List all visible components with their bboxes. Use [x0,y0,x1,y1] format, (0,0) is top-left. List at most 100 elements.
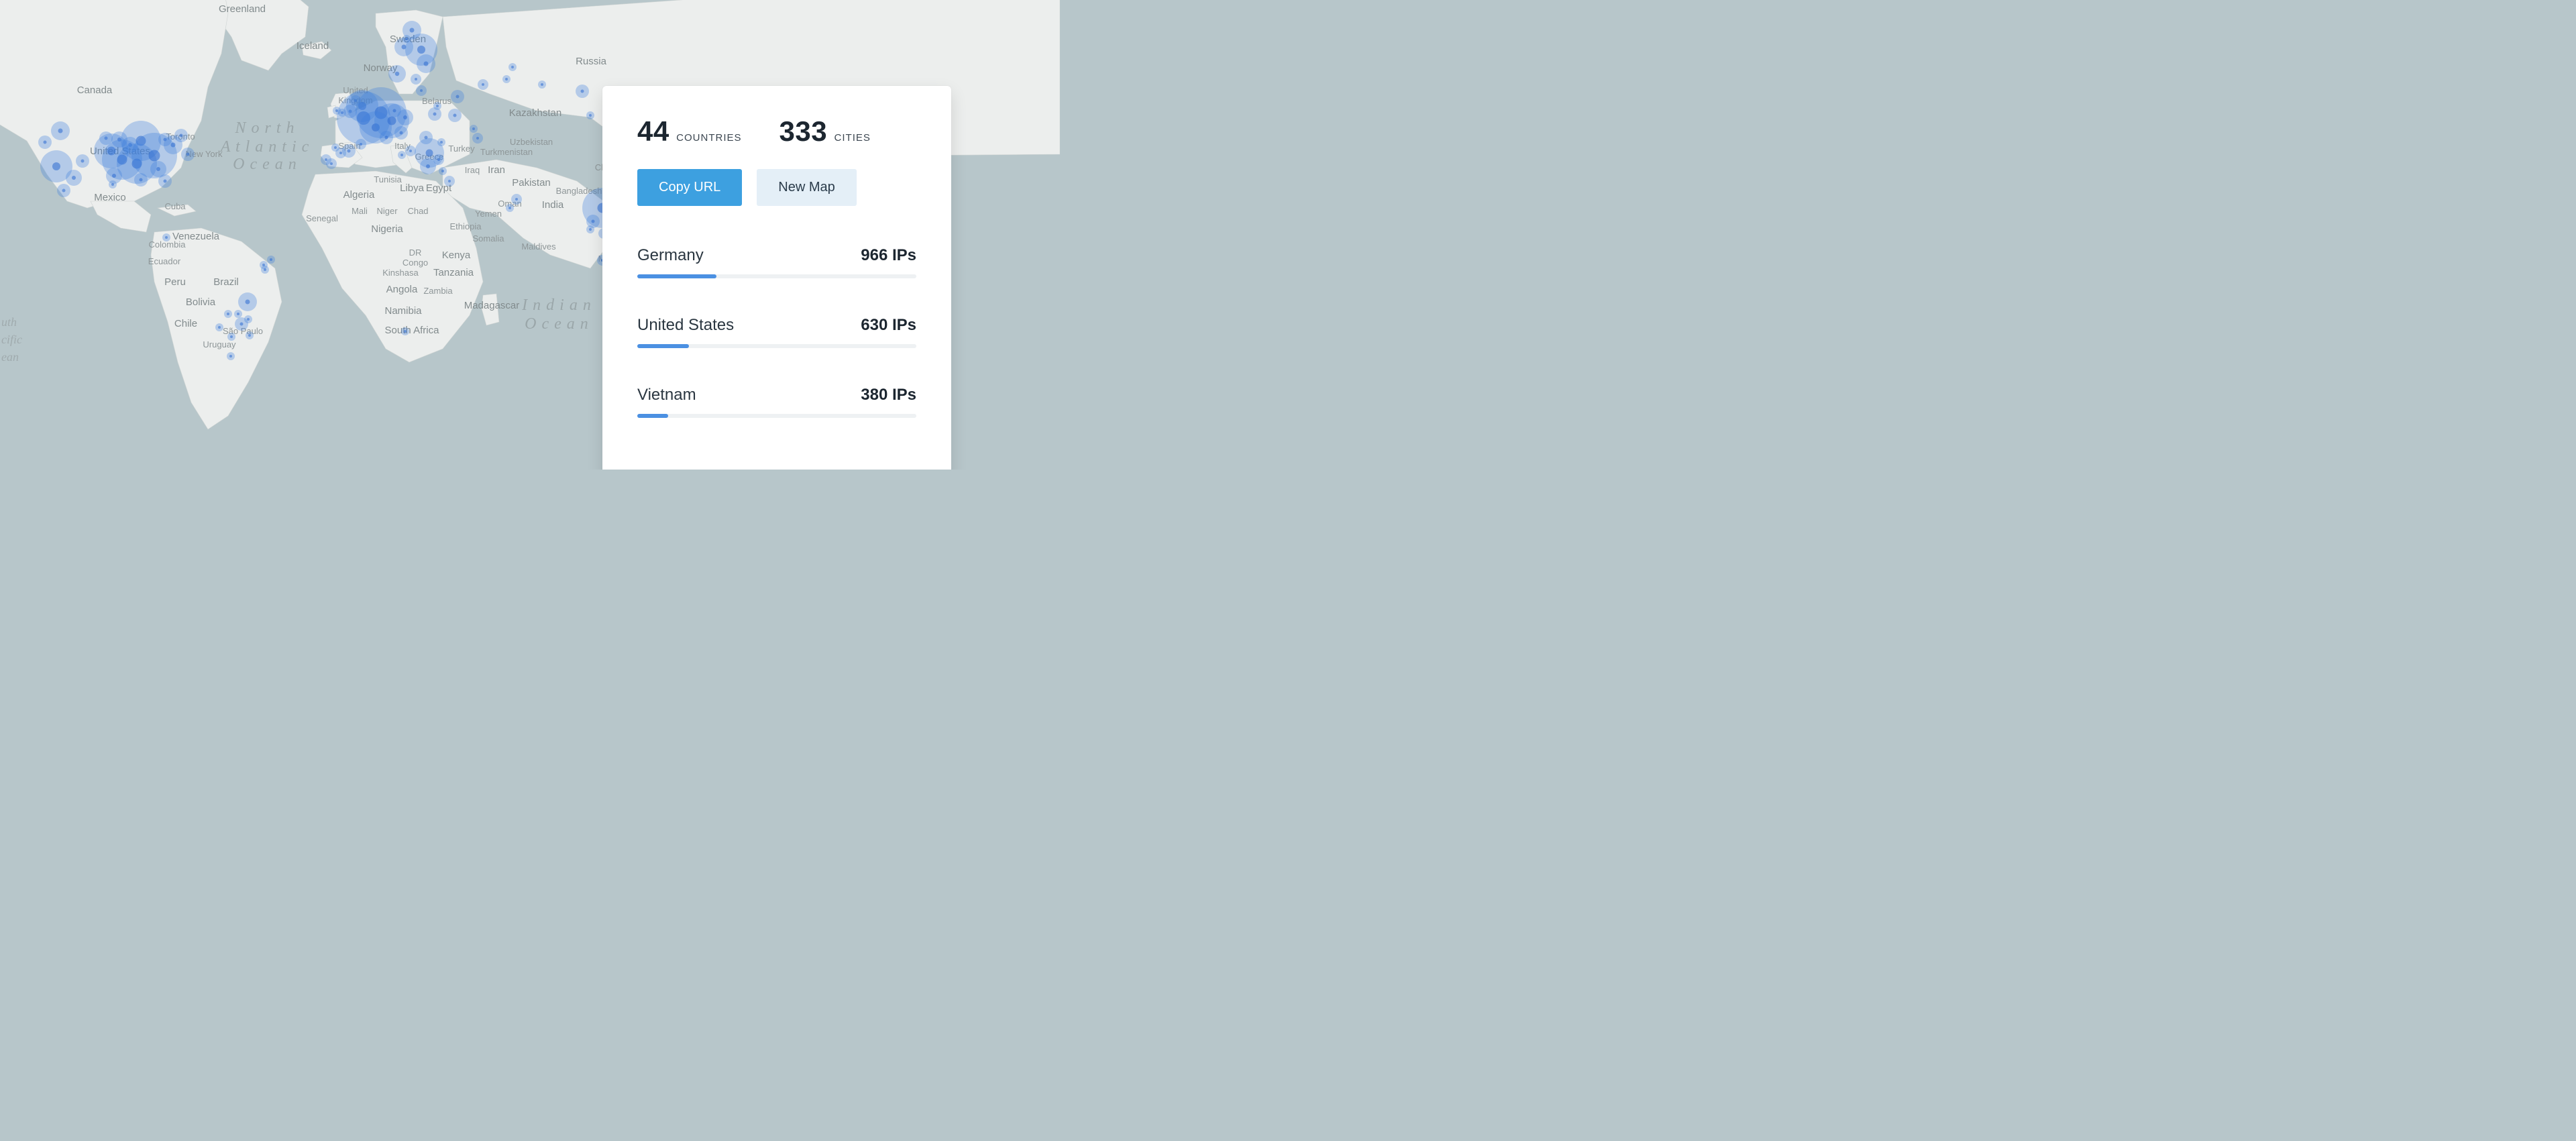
map-bubble-core [393,109,396,113]
south-pacific-label-line1: uth [1,315,17,329]
map-container: N o r t h A t l a n t i c O c e a n I n … [0,0,1060,470]
map-bubble-core [227,313,229,315]
map-bubble-core [140,178,143,182]
label-drc-2: Congo [402,258,428,268]
country-ips: 966 IPs [861,246,916,265]
country-bar-track [637,414,916,418]
stat-cities: 333 CITIES [780,115,871,148]
label-mali: Mali [352,206,368,216]
map-bubble-core [247,318,250,321]
indian-ocean-label-line1: I n d i a n [521,296,592,314]
map-bubble-core [437,158,440,161]
map-bubble-core [165,236,168,239]
north-atlantic-label-line3: O c e a n [233,156,297,173]
south-pacific-label-line2: cific [1,333,22,346]
map-bubble-core [156,167,160,171]
map-bubble-core [426,164,430,168]
map-bubble-core [589,114,592,117]
map-bubble-core [409,150,412,152]
map-bubble-core [81,160,85,163]
label-senegal: Senegal [306,213,338,223]
country-list: Germany966 IPs United States630 IPs Vietna… [637,246,916,418]
map-bubble-core [448,180,451,182]
label-india: India [542,199,564,211]
map-bubble-core [420,89,423,92]
country-row-header: Germany966 IPs [637,246,916,265]
map-bubble-core [424,62,429,66]
stat-countries: 44 COUNTRIES [637,115,742,148]
label-peru: Peru [164,276,186,288]
new-map-button[interactable]: New Map [757,169,856,206]
label-mexico: Mexico [94,192,126,203]
country-ips: 630 IPs [861,316,916,335]
map-bubble-core [395,72,400,76]
label-cuba: Cuba [164,201,186,211]
map-bubble-core [62,189,66,193]
map-bubble-core [441,170,444,172]
north-atlantic-label-line1: N o r t h [234,119,294,137]
label-greenland: Greenland [219,3,266,15]
label-iran: Iran [488,164,505,176]
map-bubble-core [240,323,244,326]
label-uzbekistan: Uzbekistan [510,137,553,147]
map-bubble-core [403,115,407,119]
stat-countries-value: 44 [637,115,669,147]
stats-panel: 44 COUNTRIES 333 CITIES Copy URL New Map… [602,86,951,470]
country-bar-track [637,274,916,278]
map-bubble-core [52,162,60,170]
map-bubble-core [476,137,479,140]
map-bubble-core [325,158,327,161]
label-uruguay: Uruguay [203,339,236,349]
map-bubble-core [330,162,333,165]
map-bubble-core [218,326,221,329]
label-iceland: Iceland [297,40,329,52]
country-row-header: Vietnam380 IPs [637,386,916,404]
country-row-header: United States630 IPs [637,316,916,335]
label-nigeria: Nigeria [371,223,403,235]
map-bubble-core [164,180,167,183]
map-bubble-core [180,134,183,138]
stat-cities-value: 333 [780,115,828,147]
map-bubble-core [472,127,475,130]
country-row[interactable]: United States630 IPs [637,316,916,348]
map-bubble-core [404,330,407,333]
map-bubble-core [246,300,250,305]
stats-row: 44 COUNTRIES 333 CITIES [637,115,916,148]
country-row[interactable]: Vietnam380 IPs [637,386,916,418]
label-zambia: Zambia [423,286,453,296]
label-turkmenistan: Turkmenistan [480,147,533,157]
label-pakistan: Pakistan [512,177,551,188]
map-bubble-core [237,313,239,315]
map-bubble-core [505,78,508,80]
map-bubble-core [58,129,63,133]
label-tunisia: Tunisia [374,174,402,184]
map-bubble-core [592,220,595,223]
map-bubble-core [112,174,116,178]
label-bolivia: Bolivia [186,296,216,308]
label-somalia: Somalia [473,233,505,243]
map-bubble-core [456,95,460,99]
country-bar-fill [637,414,668,418]
label-brazil: Brazil [213,276,239,288]
label-chad: Chad [407,206,428,216]
map-bubble-core [515,198,518,201]
map-bubble-core [581,90,584,93]
map-bubble-core [453,114,457,117]
map-bubble-core [270,258,272,261]
label-angola: Angola [386,284,418,295]
label-niger: Niger [376,206,398,216]
map-bubble-core [400,131,403,135]
label-ecuador: Ecuador [148,256,181,266]
label-south-africa: South Africa [385,325,440,336]
map-bubble-core [425,136,428,140]
map-bubble-core [347,150,351,153]
map-bubble-core [264,268,266,271]
label-ethiopia: Ethiopia [450,221,482,231]
map-bubble-core [388,117,396,125]
stat-cities-label: CITIES [835,132,871,144]
label-namibia: Namibia [384,305,422,317]
copy-url-button[interactable]: Copy URL [637,169,742,206]
country-name: Vietnam [637,386,696,404]
label-chile: Chile [174,318,197,329]
country-row[interactable]: Germany966 IPs [637,246,916,278]
